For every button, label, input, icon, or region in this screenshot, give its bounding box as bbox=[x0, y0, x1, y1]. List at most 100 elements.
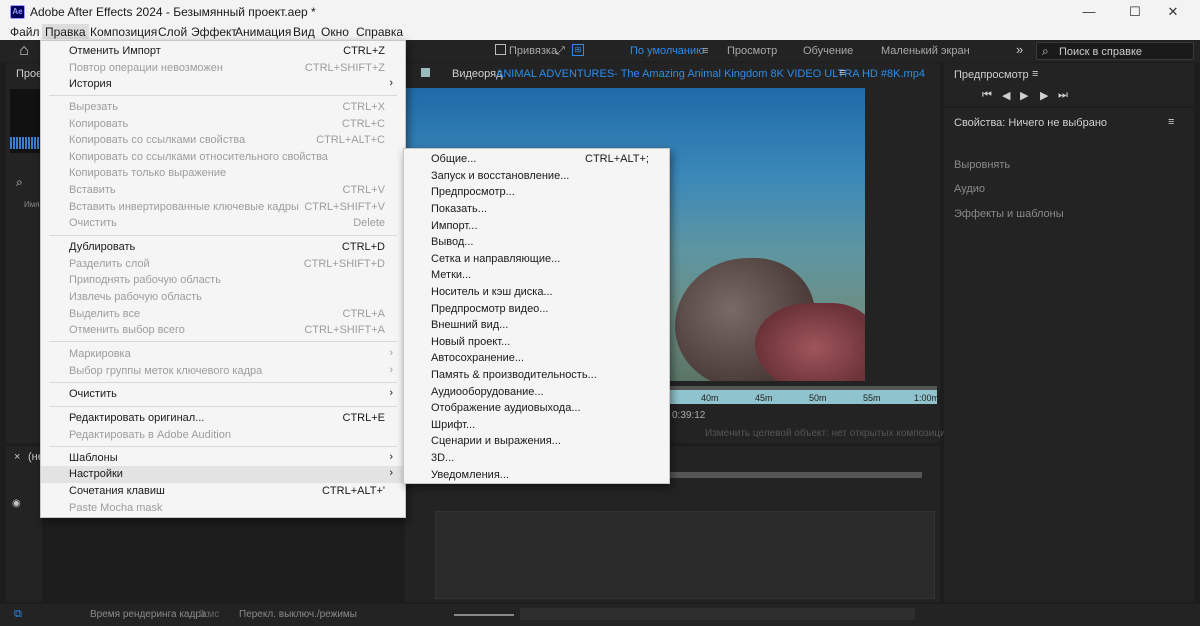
pref-previews[interactable]: Предпросмотр... bbox=[404, 184, 669, 201]
menu-item-select-all[interactable]: Выделить все CTRL+A bbox=[41, 306, 405, 323]
menu-layer[interactable]: Слой bbox=[158, 25, 187, 39]
menu-item-history[interactable]: История › bbox=[41, 76, 405, 93]
pref-labels[interactable]: Метки... bbox=[404, 267, 669, 284]
close-button[interactable]: ✕ bbox=[1150, 0, 1196, 24]
audio-panel[interactable]: Аудио bbox=[954, 183, 985, 195]
home-icon[interactable]: ⌂ bbox=[14, 42, 34, 60]
workspace-menu-icon[interactable]: ≡ bbox=[702, 45, 708, 57]
menu-item-deselect-all[interactable]: Отменить выбор всего CTRL+SHIFT+A bbox=[41, 322, 405, 339]
column-name: Имя bbox=[24, 200, 40, 209]
menu-item-edit-original[interactable]: Редактировать оригинал... CTRL+E bbox=[41, 410, 405, 427]
project-search-icon[interactable]: ⌕ bbox=[16, 175, 23, 190]
menu-item-purge[interactable]: Очистить › bbox=[41, 386, 405, 403]
preview-menu-icon[interactable]: ≡ bbox=[1032, 68, 1038, 80]
menu-item-paste-reversed-keyframes[interactable]: Вставить инвертированные ключевые кадры C… bbox=[41, 199, 405, 216]
after-effects-logo-icon: Ae bbox=[10, 5, 25, 19]
menu-item-copy[interactable]: Копировать CTRL+C bbox=[41, 116, 405, 133]
pref-notifications[interactable]: Уведомления... bbox=[404, 467, 669, 484]
help-search-input[interactable]: ⌕ Поиск в справке bbox=[1036, 42, 1194, 60]
pref-type[interactable]: Шрифт... bbox=[404, 417, 669, 434]
workspace-small-screen[interactable]: Маленький экран bbox=[881, 45, 970, 57]
menu-item-clear[interactable]: Очистить Delete bbox=[41, 215, 405, 232]
pref-scripting-expressions[interactable]: Сценарии и выражения... bbox=[404, 433, 669, 450]
menu-item-edit-in-audition[interactable]: Редактировать в Adobe Audition bbox=[41, 427, 405, 444]
menu-file[interactable]: Файл bbox=[10, 25, 40, 39]
menu-view[interactable]: Вид bbox=[293, 25, 315, 39]
menu-animation[interactable]: Анимация bbox=[235, 25, 291, 39]
menu-item-copy-with-property-links[interactable]: Копировать со ссылками свойства CTRL+ALT+… bbox=[41, 132, 405, 149]
menu-item-extract-work-area[interactable]: Извлечь рабочую область bbox=[41, 289, 405, 306]
toggle-switches-modes[interactable]: Перекл. выключ./режимы bbox=[239, 609, 357, 620]
last-frame-icon[interactable]: ⏭ bbox=[1058, 89, 1068, 102]
menu-effect[interactable]: Эффект bbox=[191, 25, 237, 39]
menu-item-label[interactable]: Маркировка › bbox=[41, 346, 405, 363]
viewer-tab-prefix[interactable]: Видеоряд bbox=[452, 68, 503, 80]
menu-edit[interactable]: Правка bbox=[42, 24, 89, 39]
next-frame-icon[interactable]: ▶ bbox=[1040, 89, 1048, 102]
prev-frame-icon[interactable]: ◀ bbox=[1002, 89, 1010, 102]
snap-magnet-icon[interactable]: ⤢ bbox=[556, 45, 565, 58]
audio-waveform bbox=[10, 137, 42, 149]
visibility-icon[interactable]: ◉ bbox=[12, 498, 21, 509]
viewer-menu-icon[interactable]: ≡ bbox=[839, 67, 845, 79]
menu-window[interactable]: Окно bbox=[321, 25, 349, 39]
footage-time-ruler[interactable]: 40m 45m 50m 55m 1:00m bbox=[665, 390, 940, 404]
pref-startup-repair[interactable]: Запуск и восстановление... bbox=[404, 168, 669, 185]
zoom-slider[interactable] bbox=[454, 614, 514, 616]
pref-audio-output-mapping[interactable]: Отображение аудиовыхода... bbox=[404, 400, 669, 417]
timeline-scrollbar[interactable] bbox=[520, 608, 915, 620]
menu-item-undo[interactable]: Отменить Импорт CTRL+Z bbox=[41, 43, 405, 60]
pref-grids-guides[interactable]: Сетка и направляющие... bbox=[404, 251, 669, 268]
menu-item-redo[interactable]: Повтор операции невозможен CTRL+SHIFT+Z bbox=[41, 60, 405, 77]
menu-item-keyboard-shortcuts[interactable]: Сочетания клавиш CTRL+ALT+' bbox=[41, 483, 405, 500]
effects-presets-panel[interactable]: Эффекты и шаблоны bbox=[954, 208, 1064, 220]
chevron-right-icon: › bbox=[389, 387, 393, 399]
menu-item-paste[interactable]: Вставить CTRL+V bbox=[41, 182, 405, 199]
status-bar: ⧉ Время рендеринга кадра: 0 мс Перекл. в… bbox=[0, 604, 1200, 626]
ruler-tick: 55m bbox=[863, 393, 881, 403]
workspace-default[interactable]: По умолчанию bbox=[630, 45, 704, 57]
close-tab-icon[interactable]: × bbox=[14, 451, 20, 463]
menu-item-split-layer[interactable]: Разделить слой CTRL+SHIFT+D bbox=[41, 256, 405, 273]
properties-menu-icon[interactable]: ≡ bbox=[1168, 116, 1174, 128]
pref-appearance[interactable]: Внешний вид... bbox=[404, 317, 669, 334]
ruler-tick: 40m bbox=[701, 393, 719, 403]
menu-item-duplicate[interactable]: Дублировать CTRL+D bbox=[41, 239, 405, 256]
menu-item-templates[interactable]: Шаблоны › bbox=[41, 450, 405, 467]
menu-item-copy-relative-links[interactable]: Копировать со ссылками относительного св… bbox=[41, 149, 405, 166]
menu-help[interactable]: Справка bbox=[356, 25, 403, 39]
pref-audio-hardware[interactable]: Аудиооборудование... bbox=[404, 384, 669, 401]
menu-item-copy-expression[interactable]: Копировать только выражение bbox=[41, 165, 405, 182]
snap-checkbox[interactable] bbox=[495, 44, 506, 55]
workspace-learn[interactable]: Обучение bbox=[803, 45, 853, 57]
first-frame-icon[interactable]: ⏮ bbox=[982, 89, 992, 102]
pref-import[interactable]: Импорт... bbox=[404, 218, 669, 235]
workspace-more-icon[interactable]: » bbox=[1016, 42, 1023, 57]
chevron-right-icon: › bbox=[389, 347, 393, 359]
menu-item-keyframe-label-group[interactable]: Выбор группы меток ключевого кадра › bbox=[41, 363, 405, 380]
pref-new-project[interactable]: Новый проект... bbox=[404, 334, 669, 351]
play-icon[interactable]: ▶ bbox=[1020, 89, 1028, 102]
snap-grid-icon[interactable]: ⊞ bbox=[572, 44, 584, 56]
align-panel[interactable]: Выровнять bbox=[954, 159, 1010, 171]
workspace-review[interactable]: Просмотр bbox=[727, 45, 777, 57]
pref-video-preview[interactable]: Предпросмотр видео... bbox=[404, 301, 669, 318]
minimize-button[interactable]: — bbox=[1066, 0, 1112, 24]
chevron-right-icon: › bbox=[389, 451, 393, 463]
pref-display[interactable]: Показать... bbox=[404, 201, 669, 218]
menu-item-preferences[interactable]: Настройки › bbox=[41, 466, 405, 483]
menu-composition[interactable]: Композиция bbox=[90, 25, 157, 39]
menu-item-paste-mocha-mask[interactable]: Paste Mocha mask bbox=[41, 500, 405, 517]
viewer-tab-file[interactable]: ANIMAL ADVENTURES- The Amazing Animal Ki… bbox=[496, 68, 925, 80]
menu-item-lift-work-area[interactable]: Приподнять рабочую область bbox=[41, 272, 405, 289]
composition-icon[interactable]: ⧉ bbox=[14, 608, 22, 621]
menu-item-cut[interactable]: Вырезать CTRL+X bbox=[41, 99, 405, 116]
pref-media-disk-cache[interactable]: Носитель и кэш диска... bbox=[404, 284, 669, 301]
ruler-tick: 1:00m bbox=[914, 393, 940, 403]
pref-3d[interactable]: 3D... bbox=[404, 450, 669, 467]
pref-general[interactable]: Общие... CTRL+ALT+; bbox=[404, 151, 669, 168]
pref-auto-save[interactable]: Автосохранение... bbox=[404, 350, 669, 367]
work-area-bar[interactable] bbox=[670, 472, 922, 478]
pref-memory-performance[interactable]: Память & производительность... bbox=[404, 367, 669, 384]
pref-output[interactable]: Вывод... bbox=[404, 234, 669, 251]
